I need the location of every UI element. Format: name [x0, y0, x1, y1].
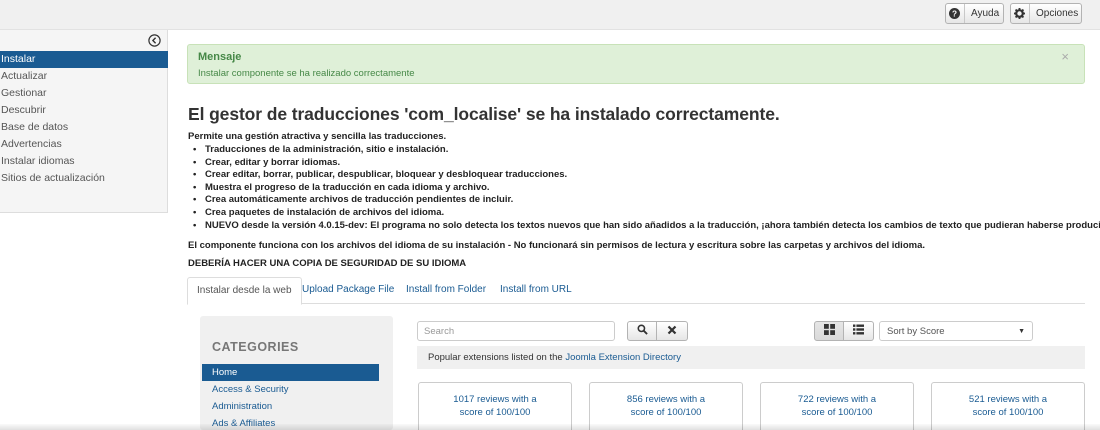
options-button[interactable]: Opciones — [1010, 3, 1082, 24]
sort-selected-value: Sort by Score — [887, 325, 945, 337]
card-score: score of 100/100 — [459, 406, 531, 418]
extension-card[interactable]: 722 reviews with a score of 100/100 — [760, 382, 914, 430]
sidebar-item-instalar[interactable]: Instalar — [0, 51, 168, 68]
tab-install-from-folder[interactable]: Install from Folder — [397, 277, 495, 304]
card-score: score of 100/100 — [972, 406, 1044, 418]
alert-message: Instalar componente se ha realizado corr… — [198, 68, 415, 79]
categories-list: Home Access & Security Administration Ad… — [202, 364, 379, 430]
help-label: Ayuda — [964, 4, 1006, 23]
success-alert: Mensaje Instalar componente se ha realiz… — [187, 44, 1085, 84]
list-item: Crea automáticamente archivos de traducc… — [193, 194, 1100, 207]
card-score: score of 100/100 — [801, 406, 873, 418]
card-reviews: 722 reviews with a — [797, 394, 877, 405]
popular-extensions-bar: Popular extensions listed on the Joomla … — [417, 346, 1085, 369]
category-access-security[interactable]: Access & Security — [202, 381, 379, 398]
jed-link[interactable]: Joomla Extension Directory — [565, 352, 681, 363]
sidebar-item-instalar-idiomas[interactable]: Instalar idiomas — [0, 153, 168, 170]
extension-card[interactable]: 521 reviews with a score of 100/100 — [931, 382, 1085, 430]
sidebar: Instalar Actualizar Gestionar Descubrir … — [0, 30, 168, 213]
close-icon[interactable]: × — [1061, 49, 1069, 64]
category-administration[interactable]: Administration — [202, 398, 379, 415]
close-icon — [667, 324, 677, 338]
gear-icon — [1014, 6, 1025, 22]
category-home[interactable]: Home — [202, 364, 379, 381]
card-reviews: 1017 reviews with a — [453, 394, 537, 405]
extension-card[interactable]: 1017 reviews with a score of 100/100 — [418, 382, 572, 430]
window-bottom-edge — [0, 424, 1100, 430]
list-item: Crea paquetes de instalación de archivos… — [193, 207, 1100, 220]
sidebar-item-base-de-datos[interactable]: Base de datos — [0, 119, 168, 136]
top-toolbar: ? Ayuda Opciones — [0, 0, 1100, 30]
search-input[interactable] — [417, 321, 615, 341]
chevron-down-icon: ▼ — [1018, 327, 1025, 335]
grid-view-icon — [823, 324, 835, 338]
svg-text:?: ? — [952, 9, 957, 18]
tab-install-from-url[interactable]: Install from URL — [491, 277, 581, 304]
help-button[interactable]: ? Ayuda — [945, 3, 1004, 24]
install-tabs: Instalar desde la web Upload Package Fil… — [187, 277, 1085, 305]
list-view-button[interactable] — [844, 321, 874, 341]
page-title: El gestor de traducciones 'com_localise'… — [188, 104, 780, 124]
sort-select[interactable]: Sort by Score ▼ — [879, 321, 1033, 341]
arrow-left-circle-icon[interactable] — [148, 34, 161, 47]
card-reviews: 521 reviews with a — [968, 394, 1048, 405]
list-view-icon — [853, 324, 864, 338]
list-item: Crear, editar y borrar idiomas. — [193, 157, 1100, 170]
search-button[interactable] — [627, 321, 657, 341]
intro-text: Permite una gestión atractiva y sencilla… — [188, 131, 447, 142]
categories-panel: CATEGORIES Home Access & Security Admini… — [200, 316, 393, 430]
magnifier-icon — [637, 324, 648, 338]
feature-list: Traducciones de la administración, sitio… — [193, 144, 1100, 232]
alert-title: Mensaje — [198, 51, 242, 63]
question-circle-icon: ? — [949, 6, 960, 22]
tab-install-from-web[interactable]: Instalar desde la web — [187, 277, 302, 305]
clear-search-button[interactable] — [657, 321, 688, 341]
tab-upload-package[interactable]: Upload Package File — [293, 277, 403, 304]
grid-view-button[interactable] — [814, 321, 844, 341]
extension-card[interactable]: 856 reviews with a score of 100/100 — [589, 382, 743, 430]
sidebar-item-descubrir[interactable]: Descubrir — [0, 102, 168, 119]
sidebar-item-actualizar[interactable]: Actualizar — [0, 68, 168, 85]
list-item: NUEVO desde la versión 4.0.15-dev: El pr… — [193, 220, 1100, 233]
list-item: Crear editar, borrar, publicar, despubli… — [193, 169, 1100, 182]
backup-warning: DEBERÍA HACER UNA COPIA DE SEGURIDAD DE … — [188, 258, 467, 269]
sidebar-item-advertencias[interactable]: Advertencias — [0, 136, 168, 153]
popular-text: Popular extensions listed on the — [428, 352, 566, 363]
list-item: Muestra el progreso de la traducción en … — [193, 182, 1100, 195]
card-reviews: 856 reviews with a — [626, 394, 706, 405]
card-score: score of 100/100 — [630, 406, 702, 418]
options-label: Opciones — [1029, 4, 1085, 23]
permissions-note: El componente funciona con los archivos … — [188, 240, 925, 251]
categories-title: CATEGORIES — [212, 340, 299, 354]
sidebar-item-sitios-actualizacion[interactable]: Sitios de actualización — [0, 170, 168, 187]
sidebar-menu: Instalar Actualizar Gestionar Descubrir … — [0, 51, 168, 187]
list-item: Traducciones de la administración, sitio… — [193, 144, 1100, 157]
sidebar-item-gestionar[interactable]: Gestionar — [0, 85, 168, 102]
